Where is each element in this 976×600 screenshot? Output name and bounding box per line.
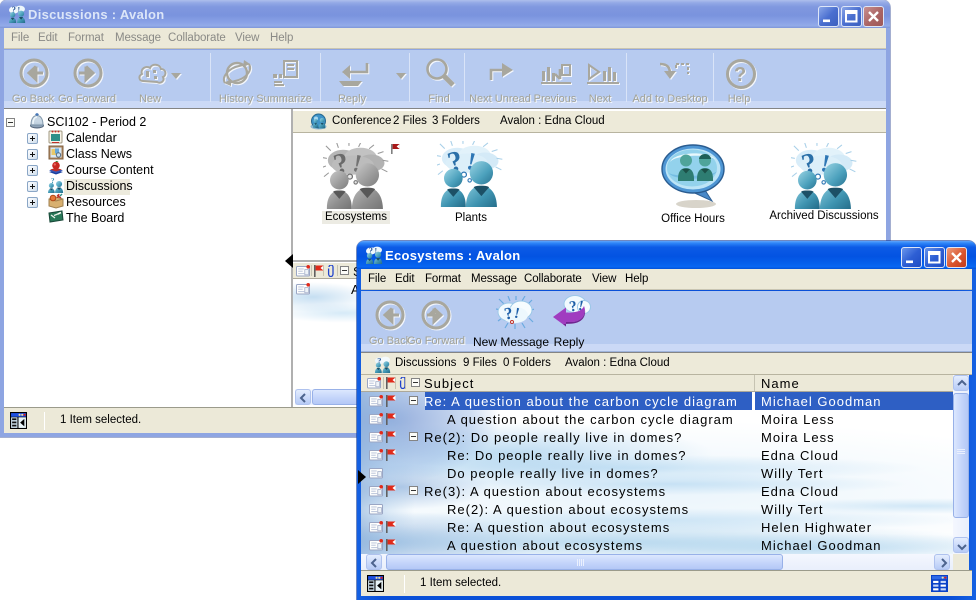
svg-text:?: ? [51,177,55,185]
svg-text:?: ? [734,64,746,86]
